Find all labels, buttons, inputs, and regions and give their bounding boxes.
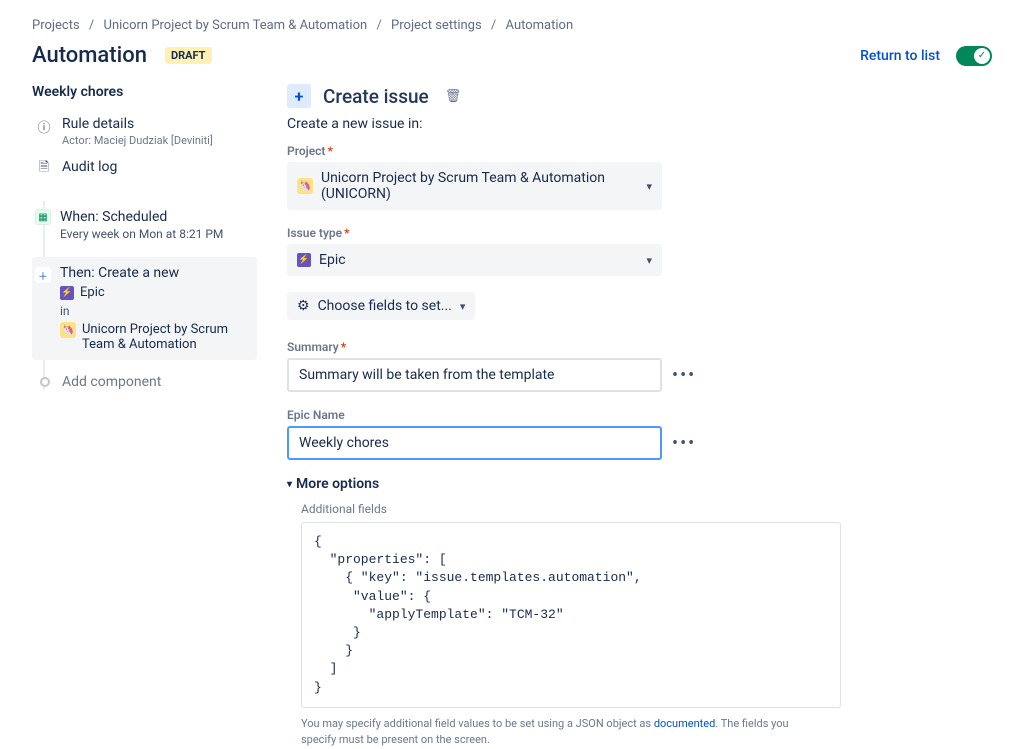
when-subtext: Every week on Mon at 8:21 PM	[60, 227, 253, 241]
chevron-down-icon: ▾	[646, 180, 652, 193]
plus-icon: +	[287, 84, 311, 108]
chevron-down-icon: ▾	[646, 254, 652, 267]
epicname-field-label: Epic Name	[287, 408, 887, 422]
chevron-down-icon: ▾	[287, 479, 292, 490]
then-project-name: Unicorn Project by Scrum Team & Automati…	[82, 322, 249, 352]
issuetype-field-label: Issue type*	[287, 226, 887, 240]
issuetype-select[interactable]: ⚡ Epic ▾	[287, 244, 662, 276]
when-title: When: Scheduled	[60, 209, 253, 225]
plus-icon: ＋	[35, 267, 51, 283]
epic-indicator: ⚡ Epic	[60, 285, 105, 300]
summary-more-menu[interactable]: •••	[672, 365, 696, 386]
panel-title: Create issue	[323, 85, 429, 108]
epic-icon: ⚡	[60, 286, 74, 300]
sidebar-rule-details[interactable]: ⓘ Rule details Actor: Maciej Dudziak [De…	[32, 110, 257, 153]
more-options-label: More options	[296, 476, 379, 492]
info-icon: ⓘ	[36, 118, 52, 134]
delete-action-button[interactable]: 🗑	[445, 89, 462, 104]
epic-name-input[interactable]	[287, 426, 662, 460]
additional-fields-json-editor[interactable]: { "properties": [ { "key": "issue.templa…	[301, 522, 841, 708]
more-options-toggle[interactable]: ▾ More options	[287, 476, 887, 492]
audit-log-label: Audit log	[62, 159, 117, 175]
project-avatar-icon: 🦄	[60, 322, 76, 338]
issuetype-select-value: Epic	[319, 252, 346, 268]
document-icon: 🗎	[36, 161, 52, 177]
rule-enable-toggle[interactable]: ✓	[956, 46, 992, 66]
then-title: Then: Create a new	[60, 265, 249, 281]
page-title: Automation	[32, 43, 147, 68]
draft-badge: DRAFT	[165, 47, 212, 64]
add-component-button[interactable]: Add component	[32, 360, 257, 390]
project-select[interactable]: 🦄 Unicorn Project by Scrum Team & Automa…	[287, 162, 662, 210]
breadcrumb-project[interactable]: Unicorn Project by Scrum Team & Automati…	[104, 18, 368, 33]
additional-fields-hint: You may specify additional field values …	[301, 716, 821, 749]
rule-sidebar: Weekly chores ⓘ Rule details Actor: Maci…	[32, 84, 257, 749]
project-field-label: Project*	[287, 144, 887, 158]
trigger-when-scheduled[interactable]: ▦ When: Scheduled Every week on Mon at 8…	[32, 201, 257, 249]
panel-subhead: Create a new issue in:	[287, 116, 887, 132]
in-label: in	[60, 304, 249, 318]
breadcrumb: Projects / Unicorn Project by Scrum Team…	[0, 0, 1024, 41]
circle-icon	[40, 377, 50, 387]
breadcrumb-automation[interactable]: Automation	[506, 18, 574, 33]
breadcrumb-sep: /	[376, 18, 381, 33]
project-avatar-icon: 🦄	[297, 178, 313, 194]
return-to-list-link[interactable]: Return to list	[860, 48, 940, 64]
epicname-more-menu[interactable]: •••	[672, 433, 696, 454]
breadcrumb-sep: /	[491, 18, 496, 33]
gear-icon: ⚙	[297, 298, 310, 314]
documented-link[interactable]: documented	[654, 717, 716, 730]
add-component-label: Add component	[62, 374, 161, 390]
breadcrumb-settings[interactable]: Project settings	[391, 18, 482, 33]
epic-icon: ⚡	[297, 253, 311, 267]
breadcrumb-sep: /	[89, 18, 94, 33]
breadcrumb-projects[interactable]: Projects	[32, 18, 80, 33]
page-header: Automation DRAFT Return to list ✓	[0, 41, 1024, 84]
choose-fields-label: Choose fields to set...	[318, 298, 452, 314]
chevron-down-icon: ▾	[460, 300, 466, 313]
check-icon: ✓	[974, 48, 990, 64]
summary-field-label: Summary*	[287, 340, 887, 354]
actor-text: Actor: Maciej Dudziak [Deviniti]	[62, 134, 213, 147]
summary-input[interactable]	[287, 358, 662, 392]
sidebar-audit-log[interactable]: 🗎 Audit log	[32, 153, 257, 183]
panel-create-issue: + Create issue 🗑 Create a new issue in: …	[287, 84, 887, 749]
rule-details-label: Rule details	[62, 116, 213, 132]
epic-label: Epic	[80, 285, 105, 300]
choose-fields-button[interactable]: ⚙ Choose fields to set... ▾	[287, 292, 475, 320]
calendar-icon: ▦	[35, 209, 51, 225]
rule-name-heading: Weekly chores	[32, 84, 257, 100]
additional-fields-label: Additional fields	[301, 502, 887, 516]
action-create-issue-selected[interactable]: ＋ Then: Create a new ⚡ Epic in 🦄 Unicorn…	[32, 257, 257, 360]
project-select-value: Unicorn Project by Scrum Team & Automati…	[321, 170, 646, 202]
